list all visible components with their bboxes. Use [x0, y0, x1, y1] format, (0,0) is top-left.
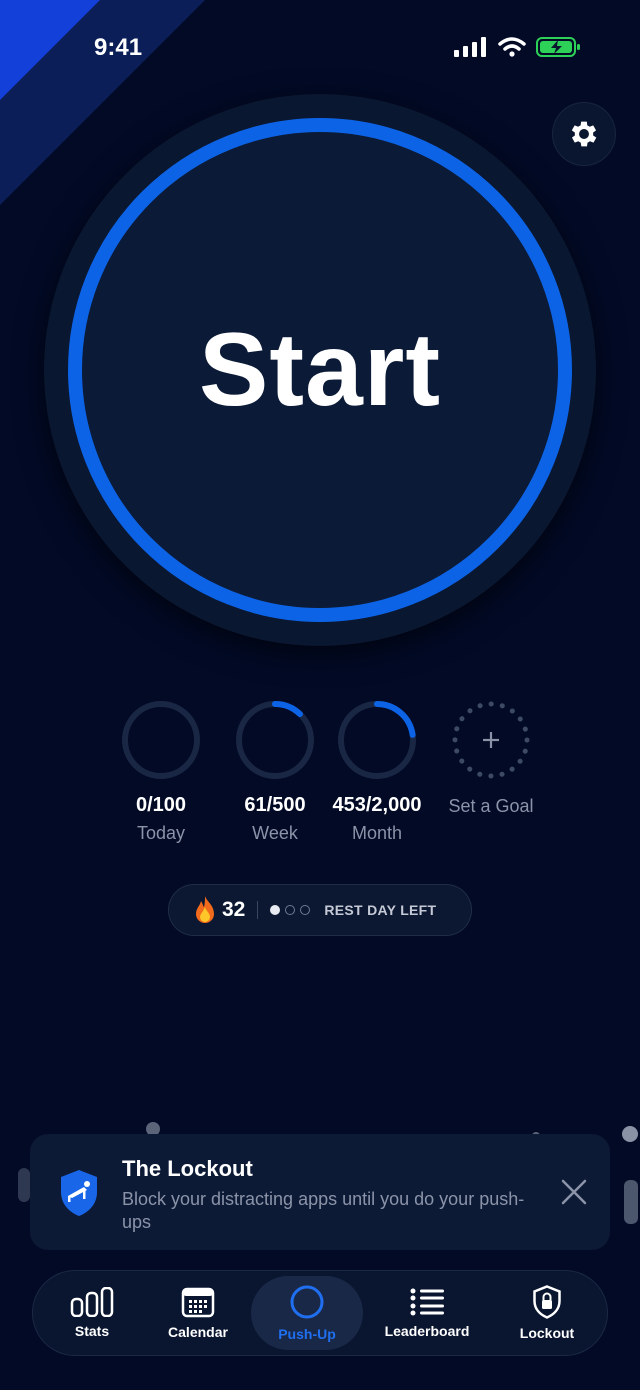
- lock-shield-icon: [533, 1285, 561, 1319]
- tab-lockout[interactable]: Lockout: [502, 1270, 592, 1356]
- leaderboard-icon: [410, 1288, 444, 1316]
- goal-today[interactable]: 0/100 Today: [106, 698, 216, 844]
- tab-pushup[interactable]: Push-Up: [251, 1276, 363, 1350]
- set-goal-button[interactable]: Set a Goal: [436, 698, 546, 817]
- streak-pill[interactable]: 32 REST DAY LEFT: [168, 884, 472, 936]
- goal-value: 0/100: [135, 794, 187, 816]
- rest-day-label: REST DAY LEFT: [324, 902, 437, 918]
- goal-value: 61/500: [244, 794, 306, 816]
- start-button[interactable]: Start: [68, 118, 572, 622]
- tab-label: Push-Up: [278, 1326, 336, 1342]
- goal-week[interactable]: 61/500 Week: [220, 698, 330, 844]
- rest-day-dot-used: [270, 905, 281, 915]
- settings-button[interactable]: [552, 102, 616, 166]
- progress-ring: [236, 701, 314, 779]
- wifi-icon: [498, 37, 526, 57]
- lockout-description: Block your distracting apps until you do…: [122, 1189, 525, 1232]
- tab-label: Lockout: [519, 1325, 575, 1341]
- close-icon[interactable]: [560, 1178, 588, 1206]
- tab-label: Stats: [74, 1323, 110, 1339]
- add-goal-icon: [452, 701, 530, 779]
- decorative-dot: [622, 1126, 638, 1142]
- decorative-bar: [624, 1180, 638, 1224]
- progress-ring: [122, 701, 200, 779]
- gear-icon: [571, 121, 597, 147]
- tab-label: Calendar: [168, 1324, 228, 1340]
- rest-day-dot: [300, 905, 311, 915]
- pushup-shield-icon: [61, 1170, 97, 1216]
- lockout-title: The Lockout: [122, 1156, 253, 1181]
- signal-icon: [454, 37, 486, 57]
- rest-day-dots: [270, 905, 311, 915]
- lockout-promo-card[interactable]: The Lockout Block your distracting apps …: [30, 1134, 610, 1250]
- battery-icon: [536, 37, 580, 57]
- goal-label: Today: [136, 823, 186, 843]
- goal-rings: 0/100 Today 61/500 Week 453/2,000 Month …: [106, 698, 546, 848]
- decorative-bar: [18, 1168, 30, 1202]
- status-time: 9:41: [94, 34, 143, 61]
- flame-icon: [196, 896, 214, 923]
- pushup-circle-icon: [290, 1285, 324, 1319]
- tab-label: Leaderboard: [384, 1323, 470, 1339]
- rest-day-dot: [285, 905, 296, 915]
- tab-stats[interactable]: Stats: [46, 1270, 138, 1356]
- tab-calendar[interactable]: Calendar: [150, 1270, 246, 1356]
- separator: [257, 901, 259, 919]
- streak-count: 32: [222, 898, 246, 921]
- start-label: Start: [199, 311, 441, 428]
- goal-label: Month: [351, 823, 403, 843]
- progress-ring: [338, 701, 416, 779]
- goal-label: Week: [252, 823, 298, 843]
- tab-leaderboard[interactable]: Leaderboard: [374, 1270, 480, 1356]
- tab-bar: Stats Calendar Push-Up Leaderboard Locko…: [32, 1270, 608, 1356]
- goal-value: 453/2,000: [332, 794, 422, 816]
- status-bar: 9:41: [0, 0, 640, 96]
- goal-month[interactable]: 453/2,000 Month: [322, 698, 432, 844]
- status-icons: [454, 36, 582, 58]
- stats-icon: [70, 1287, 114, 1317]
- calendar-icon: [181, 1287, 215, 1318]
- set-goal-label: Set a Goal: [448, 796, 534, 816]
